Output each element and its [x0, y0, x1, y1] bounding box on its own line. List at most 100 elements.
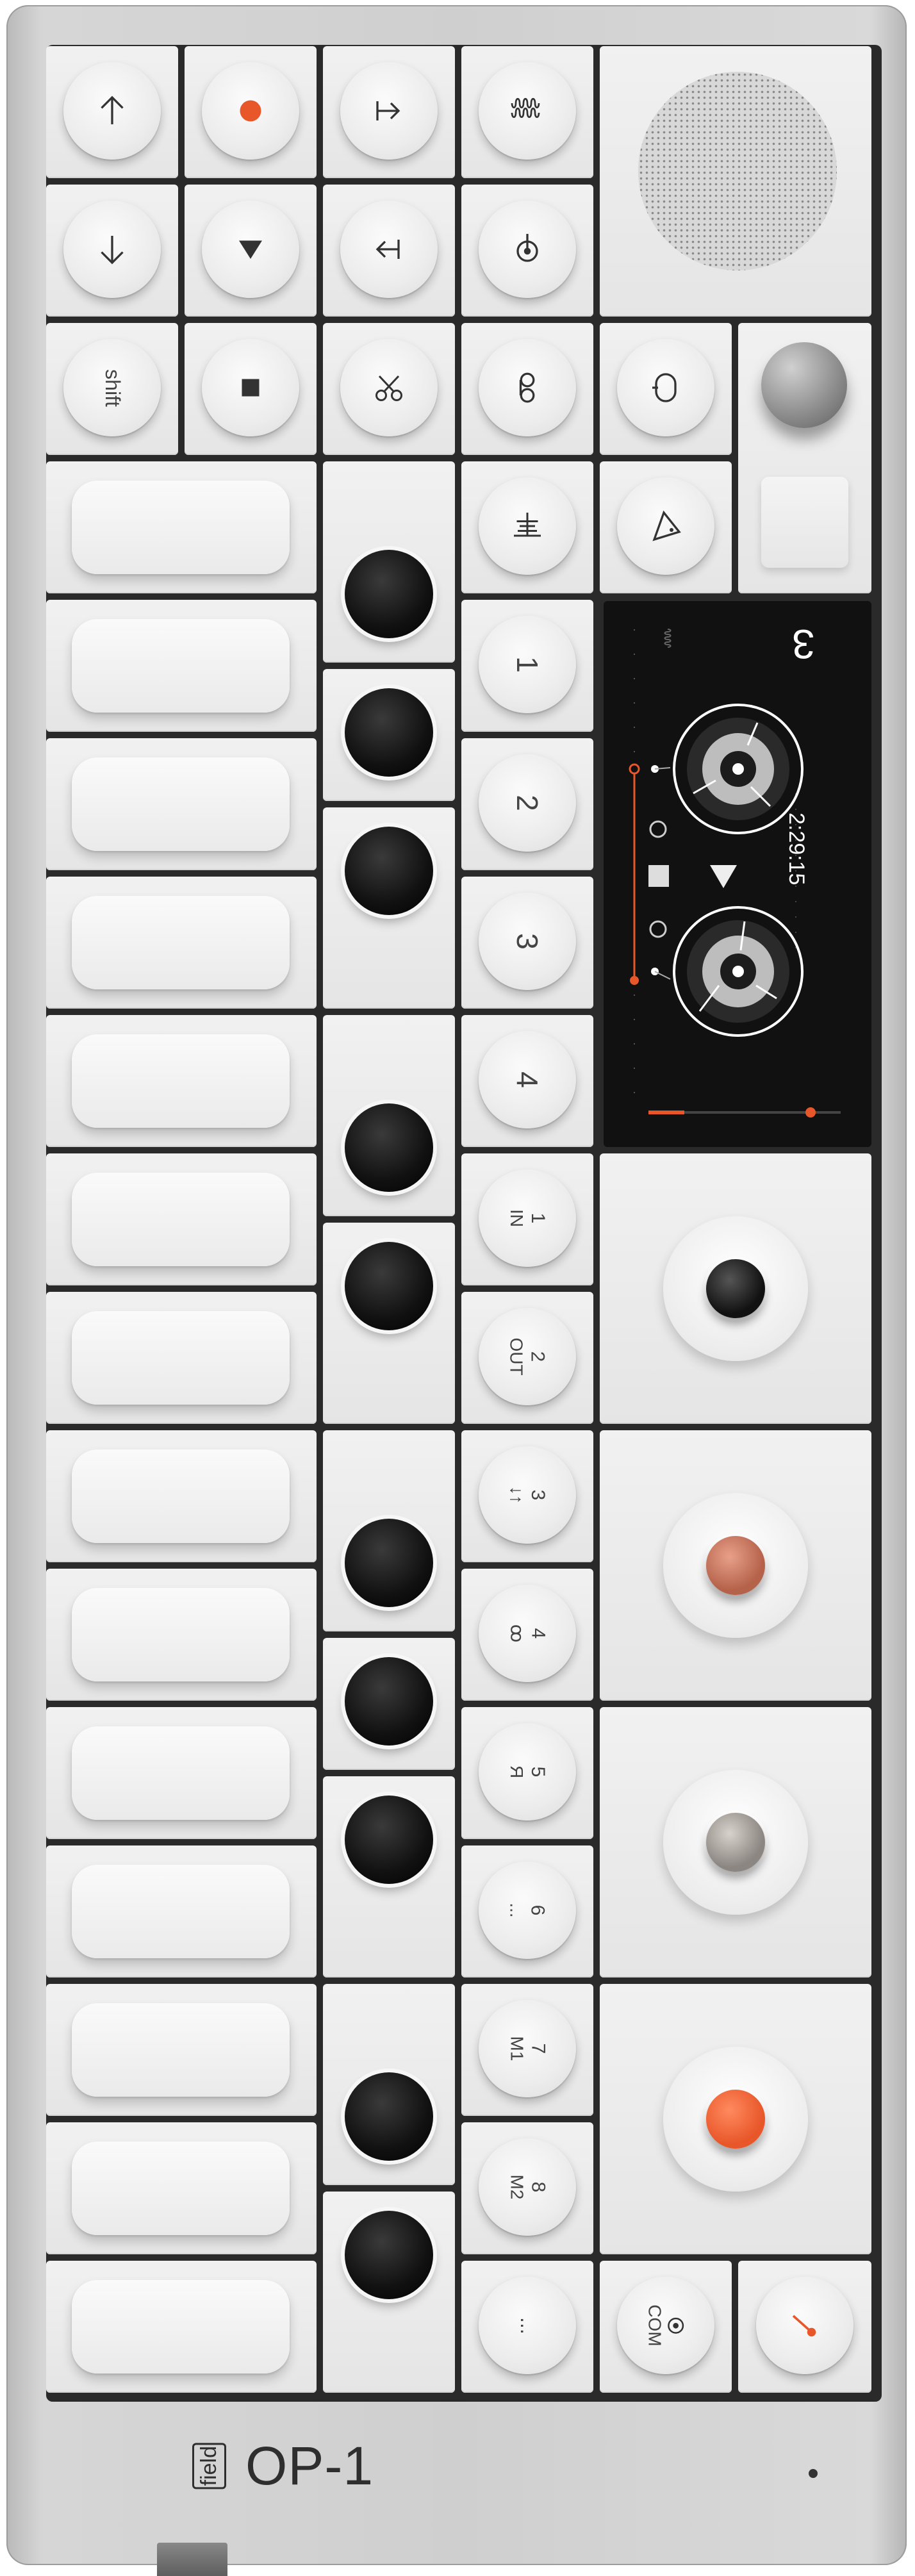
speaker-mode-button[interactable] — [617, 477, 714, 575]
black-key-10[interactable] — [345, 2211, 433, 2299]
number-button-1[interactable]: 1 — [479, 616, 576, 713]
scissors-button[interactable] — [340, 339, 438, 436]
black-key-1[interactable] — [345, 550, 433, 638]
number-label: 1 — [511, 656, 544, 673]
key-tile-10 — [46, 1707, 317, 1839]
key-tile-13 — [46, 2122, 317, 2254]
tile-down — [46, 185, 178, 317]
tile-shift: shift — [46, 323, 178, 455]
dots-button[interactable]: ... — [479, 2277, 576, 2374]
display-screen: 3 2:29:15 — [604, 601, 871, 1147]
tape-button[interactable] — [479, 339, 576, 436]
metronome-button[interactable] — [756, 2277, 853, 2374]
fx-label-5: 5Я — [506, 1765, 548, 1779]
white-key-2[interactable] — [72, 619, 290, 713]
pin-icon — [516, 234, 538, 262]
black-key-4[interactable] — [345, 1103, 433, 1192]
dots-label: ... — [516, 2316, 540, 2334]
tile-m1: 7 M1 — [461, 1984, 593, 2116]
encoder-knob-4[interactable] — [706, 2090, 765, 2149]
white-key-5[interactable] — [72, 1034, 290, 1128]
white-key-6[interactable] — [72, 1173, 290, 1266]
key-tile-9 — [46, 1569, 317, 1701]
tile-tape — [461, 323, 593, 455]
volume-knob[interactable] — [761, 342, 847, 428]
tile-wave — [461, 46, 593, 178]
m1-label: 7 M1 — [507, 2036, 548, 2061]
tile-m2: 8 M2 — [461, 2122, 593, 2254]
wave-button[interactable] — [479, 62, 576, 160]
target-icon — [668, 2317, 684, 2334]
black-key-2[interactable] — [345, 688, 433, 777]
stop-button[interactable] — [202, 339, 299, 436]
m2-button[interactable]: 8 M2 — [479, 2138, 576, 2236]
encoder-knob-3[interactable] — [706, 1813, 765, 1872]
white-key-10[interactable] — [72, 1726, 290, 1820]
white-key-7[interactable] — [72, 1311, 290, 1405]
white-key-12[interactable] — [72, 2003, 290, 2097]
model-name: OP-1 — [245, 2436, 374, 2496]
white-key-4[interactable] — [72, 896, 290, 989]
play-button[interactable] — [202, 201, 299, 298]
white-key-1[interactable] — [72, 481, 290, 574]
up-button[interactable] — [63, 62, 161, 160]
key-tile-4 — [46, 877, 317, 1009]
fx-label-3: 3 ↓↑ — [507, 1486, 548, 1504]
white-key-11[interactable] — [72, 1865, 290, 1958]
fx-button-5[interactable]: 5Я — [479, 1723, 576, 1821]
tile-stop — [185, 323, 317, 455]
fx-button-3[interactable]: 3 ↓↑ — [479, 1446, 576, 1544]
black-key-3[interactable] — [345, 827, 433, 915]
output-button[interactable]: 2 OUT — [479, 1308, 576, 1405]
number-button-4[interactable]: 4 — [479, 1031, 576, 1128]
tape-display — [629, 629, 841, 1118]
encoder-tile-2 — [600, 1430, 871, 1701]
tile-in: 1 IN — [461, 1153, 593, 1285]
record-icon — [240, 100, 261, 122]
pin-button[interactable] — [479, 201, 576, 298]
jump-end-button[interactable] — [340, 62, 438, 160]
encoder-knob-1[interactable] — [706, 1259, 765, 1318]
slot-button[interactable] — [761, 477, 848, 568]
encoder-plate-3 — [663, 1770, 808, 1915]
encoder-knob-2[interactable] — [706, 1536, 765, 1595]
m1-button[interactable]: 7 M1 — [479, 2000, 576, 2097]
shift-button[interactable]: shift — [63, 339, 161, 436]
fx-label-4: 4ꝏ — [507, 1624, 548, 1643]
speaker-tile — [600, 46, 871, 317]
equalizer-button[interactable] — [479, 477, 576, 575]
black-key-6[interactable] — [345, 1519, 433, 1607]
tile-record — [185, 46, 317, 178]
number-button-3[interactable]: 3 — [479, 893, 576, 990]
white-key-3[interactable] — [72, 757, 290, 851]
fx-button-4[interactable]: 4ꝏ — [479, 1585, 576, 1682]
white-key-13[interactable] — [72, 2142, 290, 2235]
black-key-9[interactable] — [345, 2072, 433, 2161]
black-key-5[interactable] — [345, 1242, 433, 1330]
black-key-7[interactable] — [345, 1657, 433, 1746]
jump-start-button[interactable] — [340, 201, 438, 298]
microphone-button[interactable] — [617, 339, 714, 436]
edition-badge: field — [192, 2443, 226, 2489]
key-tile-5 — [46, 1015, 317, 1147]
input-button[interactable]: 1 IN — [479, 1169, 576, 1267]
number-button-2[interactable]: 2 — [479, 754, 576, 852]
white-key-9[interactable] — [72, 1588, 290, 1681]
fx-button-6[interactable]: 6... — [479, 1862, 576, 1959]
play-screen-icon — [710, 865, 737, 888]
white-key-14[interactable] — [72, 2280, 290, 2374]
white-key-8[interactable] — [72, 1449, 290, 1543]
brand-area: field OP-1 — [192, 2435, 374, 2497]
arrow-down-icon — [101, 236, 124, 265]
tile-up — [46, 46, 178, 178]
black-key-8[interactable] — [345, 1796, 433, 1884]
tile-num-1: 1 — [461, 600, 593, 732]
equalizer-icon — [514, 513, 541, 537]
tile-scissors — [323, 323, 455, 455]
record-button[interactable] — [202, 62, 299, 160]
tile-play — [185, 185, 317, 317]
tile-com: COM — [600, 2261, 732, 2393]
encoder-tile-4 — [600, 1984, 871, 2254]
com-button[interactable]: COM — [617, 2277, 714, 2374]
down-button[interactable] — [63, 201, 161, 298]
